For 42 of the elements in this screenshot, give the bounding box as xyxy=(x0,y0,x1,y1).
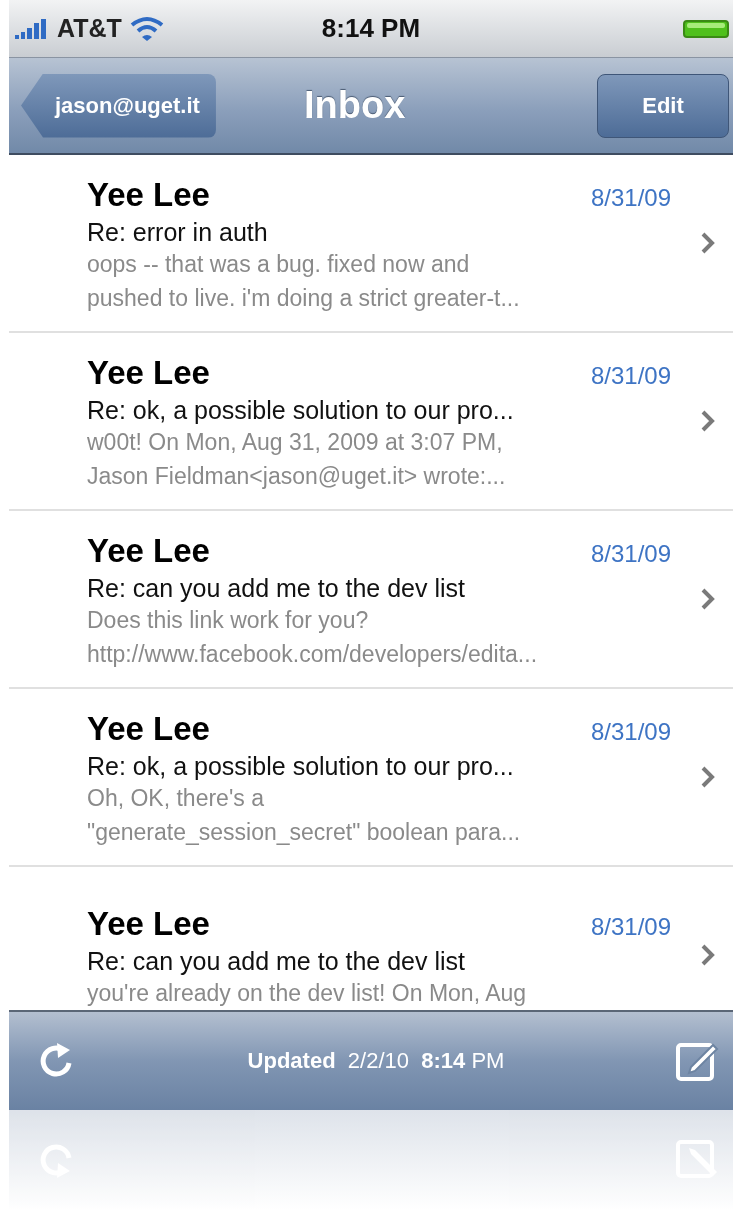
message-subject: Re: can you add me to the dev list xyxy=(87,946,466,976)
message-subject: Re: ok, a possible solution to our pro... xyxy=(87,751,515,781)
message-preview: oops -- that was a bug. fixed now and xyxy=(87,249,471,279)
chevron-icon xyxy=(701,588,715,610)
signal-icon xyxy=(15,17,49,40)
chevron-icon xyxy=(701,232,715,254)
message-date: 8/31/09 xyxy=(590,717,671,746)
nav-title: Inbox xyxy=(304,84,406,127)
edit-button[interactable]: Edit xyxy=(597,73,729,138)
message-row[interactable]: Yee Lee 8/31/09 Re: error in auth oops -- that was a bug. fixed now and pushed to live. i'm doing a strict greater-t... xyxy=(9,155,733,333)
sender-name: Yee Lee xyxy=(87,353,210,392)
chevron-icon xyxy=(701,944,715,966)
message-preview: Oh, OK, there's a xyxy=(87,783,265,813)
message-preview: you're already on the dev list! On Mon, Aug xyxy=(87,978,528,1008)
sender-name: Yee Lee xyxy=(87,904,210,943)
battery-icon xyxy=(683,17,729,40)
message-subject: Re: ok, a possible solution to our pro... xyxy=(87,395,515,425)
chevron-icon xyxy=(701,410,715,432)
carrier-name: AT&T xyxy=(57,14,122,43)
message-subject: Re: can you add me to the dev list xyxy=(87,573,466,603)
message-subject: Re: error in auth xyxy=(87,217,269,247)
message-row[interactable]: Yee Lee 8/31/09 Re: can you add me to the dev list Does this link work for you? http://www.facebook.com/developers/edita... xyxy=(9,511,733,689)
message-date: 8/31/09 xyxy=(590,361,671,390)
message-preview: http://www.facebook.com/developers/edita... xyxy=(87,639,539,669)
back-button[interactable]: jason@uget.it xyxy=(21,73,216,138)
message-preview: pushed to live. i'm doing a strict greater-t... xyxy=(87,283,521,313)
update-status: Updated 2/2/10 8:14 PM xyxy=(247,1048,505,1074)
message-preview: Jason Fieldman<jason@uget.it> wrote:... xyxy=(87,461,507,491)
wifi-icon xyxy=(129,15,164,42)
message-date: 8/31/09 xyxy=(590,912,671,941)
message-preview: w00t! On Mon, Aug 31, 2009 at 3:07 PM, xyxy=(87,427,504,457)
sender-name: Yee Lee xyxy=(87,175,210,214)
message-date: 8/31/09 xyxy=(590,183,671,212)
message-row[interactable]: Yee Lee 8/31/09 Re: ok, a possible solution to our pro... w00t! On Mon, Aug 31, 2009 at 3:07 PM, Jason Fieldman<jason@uget.it> wrote:... xyxy=(9,333,733,511)
status-time: 8:14 PM xyxy=(321,13,421,44)
message-date: 8/31/09 xyxy=(590,539,671,568)
sender-name: Yee Lee xyxy=(87,531,210,570)
chevron-icon xyxy=(701,766,715,788)
message-preview: Does this link work for you? xyxy=(87,605,370,635)
sender-name: Yee Lee xyxy=(87,709,210,748)
message-row[interactable]: Yee Lee 8/31/09 Re: ok, a possible solution to our pro... Oh, OK, there's a "generate_session_secret" boolean para... xyxy=(9,689,733,867)
message-preview: "generate_session_secret" boolean para... xyxy=(87,817,522,847)
